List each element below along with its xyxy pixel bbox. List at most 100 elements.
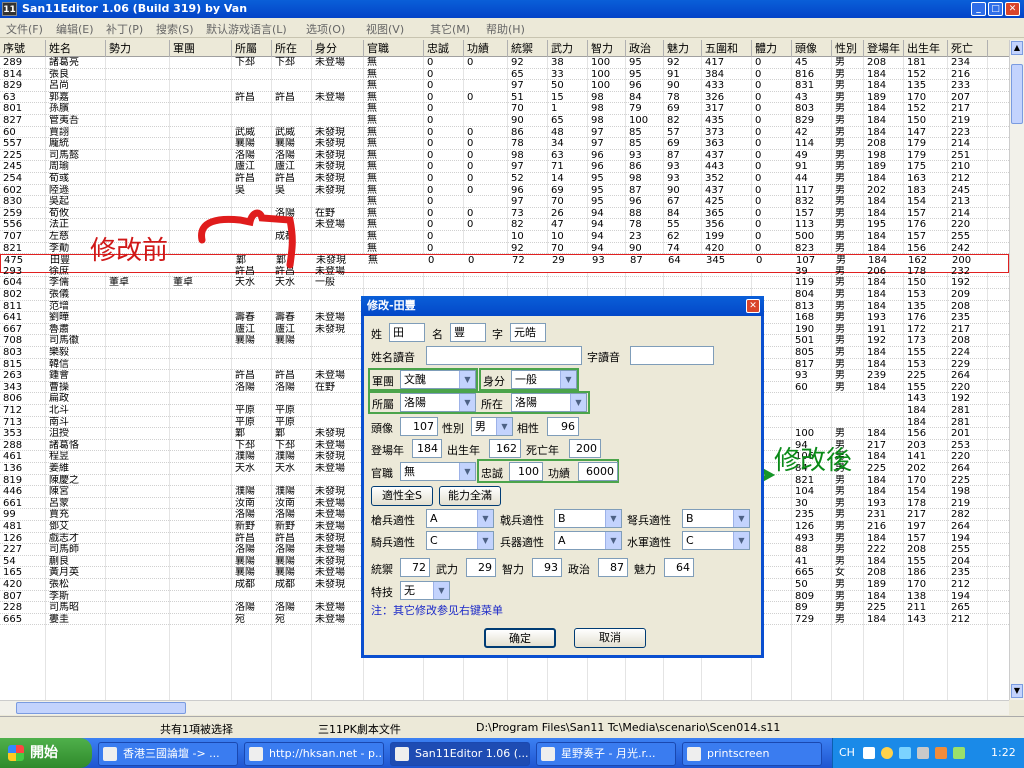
- tray-icon[interactable]: [881, 747, 893, 759]
- column-header[interactable]: 身分: [312, 40, 364, 57]
- security-icon[interactable]: [935, 747, 947, 759]
- chevron-down-icon[interactable]: ▼: [733, 510, 749, 527]
- column-header[interactable]: 性別: [832, 40, 864, 57]
- menu-item[interactable]: 帮助(H): [486, 21, 525, 37]
- column-header[interactable]: 忠誠: [424, 40, 464, 57]
- table-row[interactable]: 827 管夷吾 無 0 90 65 98 100 82 435 0 829 男 184 150 219: [0, 115, 1009, 127]
- table-row[interactable]: 289 諸葛亮 下邳 下邳 未登場 無 0 0 92 38 100 95 92 417 0 45 男 208 181…: [0, 57, 1009, 69]
- task-hksan[interactable]: http://hksan.net - p...: [244, 742, 384, 766]
- table-row[interactable]: 259 荀攸 洛陽 在野無 0 0 73 26 94 88 84 365 0 157 男 184 157 214: [0, 208, 1009, 220]
- chevron-down-icon[interactable]: ▼: [477, 510, 493, 527]
- chevron-down-icon[interactable]: ▼: [459, 394, 475, 411]
- column-header[interactable]: 智力: [588, 40, 626, 57]
- maximize-button[interactable]: □: [988, 2, 1003, 16]
- ok-button[interactable]: 确定: [484, 628, 556, 648]
- column-header[interactable]: 登場年: [864, 40, 904, 57]
- column-header[interactable]: 姓名: [46, 40, 106, 57]
- column-header[interactable]: 所屬: [232, 40, 272, 57]
- loyalty-field[interactable]: 100: [509, 462, 543, 481]
- table-row[interactable]: 293 徐庶 許昌 許昌 未登場 39 男 206 178 232: [0, 266, 1009, 278]
- skill-select[interactable]: 无 ▼: [400, 581, 450, 600]
- horizontal-scrollbar[interactable]: [0, 700, 1009, 715]
- table-row[interactable]: 604 李儒 董卓 董卓 天水 天水 一般 119 男 184 150 192: [0, 277, 1009, 289]
- chevron-down-icon[interactable]: ▼: [459, 371, 475, 388]
- chevron-down-icon[interactable]: ▼: [733, 532, 749, 549]
- bow-select[interactable]: B ▼: [682, 509, 750, 528]
- column-header[interactable]: 功績: [464, 40, 508, 57]
- table-row[interactable]: 602 陸遜 吳 吳 未發現 無 0 0 96 69 95 87 90 437 0 117 男 202 183 245: [0, 185, 1009, 197]
- menu-item[interactable]: 搜索(S): [156, 21, 194, 37]
- network-icon[interactable]: [899, 747, 911, 759]
- rank-select[interactable]: 無 ▼: [400, 462, 476, 481]
- column-header[interactable]: 出生年: [904, 40, 948, 57]
- gender-select[interactable]: 男 ▼: [471, 417, 513, 436]
- corps-select[interactable]: 文醜 ▼: [400, 370, 476, 389]
- column-header[interactable]: 所在: [272, 40, 312, 57]
- given-name-field[interactable]: 豐: [450, 323, 486, 342]
- column-header[interactable]: 武力: [548, 40, 588, 57]
- menu-item[interactable]: 其它(M): [430, 21, 470, 37]
- language-indicator[interactable]: CH: [839, 746, 855, 759]
- war-field[interactable]: 29: [466, 558, 496, 577]
- chevron-down-icon[interactable]: ▼: [560, 371, 576, 388]
- table-row[interactable]: 557 龐統 襄陽 襄陽 未發現 無 0 0 78 34 97 85 69 363 0 114 男 208 179 2…: [0, 138, 1009, 150]
- chevron-down-icon[interactable]: ▼: [477, 532, 493, 549]
- volume-icon[interactable]: [917, 747, 929, 759]
- menu-item[interactable]: 文件(F): [6, 21, 43, 37]
- table-row[interactable]: 830 吳起 無 0 97 70 95 96 67 425 0 832 男 184 154 213: [0, 196, 1009, 208]
- spear-select[interactable]: A ▼: [426, 509, 494, 528]
- hscroll-thumb[interactable]: [16, 702, 186, 714]
- chevron-down-icon[interactable]: ▼: [605, 510, 621, 527]
- dialog-close-icon[interactable]: ✕: [746, 299, 760, 313]
- column-header[interactable]: 官職: [364, 40, 424, 57]
- column-header[interactable]: 五圍和: [702, 40, 752, 57]
- table-row[interactable]: 814 張良 無 0 65 33 100 95 91 384 0 816 男 184 152 216: [0, 69, 1009, 81]
- navy-select[interactable]: C ▼: [682, 531, 750, 550]
- merit-field[interactable]: 6000: [578, 462, 618, 481]
- lead-field[interactable]: 72: [400, 558, 430, 577]
- column-header[interactable]: 魅力: [664, 40, 702, 57]
- task-music[interactable]: 星野奏子 - 月光.r...: [536, 742, 676, 766]
- app-tray-icon[interactable]: [953, 747, 965, 759]
- column-header[interactable]: 軍團: [170, 40, 232, 57]
- table-row[interactable]: 829 呂尚 無 0 97 50 100 96 90 433 0 831 男 184 135 233: [0, 80, 1009, 92]
- chevron-down-icon[interactable]: ▼: [605, 532, 621, 549]
- column-header[interactable]: 死亡: [948, 40, 988, 57]
- ime-icon[interactable]: [863, 747, 875, 759]
- column-header[interactable]: 序號: [0, 40, 46, 57]
- name-reading-field[interactable]: [426, 346, 582, 365]
- minimize-button[interactable]: _: [971, 2, 986, 16]
- table-row[interactable]: 63 郭嘉 許昌 許昌 未登場 無 0 0 51 15 98 84 78 326 0 43 男 189 170 207: [0, 92, 1009, 104]
- table-row[interactable]: 801 孫臏 無 0 70 1 98 79 69 317 0 803 男 184 152 217: [0, 103, 1009, 115]
- start-button[interactable]: 開始: [0, 738, 92, 768]
- column-header[interactable]: 體力: [752, 40, 792, 57]
- death-year-field[interactable]: 200: [569, 439, 601, 458]
- halberd-select[interactable]: B ▼: [554, 509, 622, 528]
- column-header[interactable]: 政治: [626, 40, 664, 57]
- table-row[interactable]: 245 周瑜 廬江 廬江 未發現 無 0 0 97 71 96 86 93 443 0 91 男 189 175 21…: [0, 161, 1009, 173]
- close-button[interactable]: ✕: [1005, 2, 1020, 16]
- chr-field[interactable]: 64: [664, 558, 694, 577]
- menu-item[interactable]: 默认游戏语言(L): [206, 21, 287, 37]
- birth-year-field[interactable]: 162: [489, 439, 521, 458]
- int-field[interactable]: 93: [532, 558, 562, 577]
- column-header[interactable]: 勢力: [106, 40, 170, 57]
- siege-select[interactable]: A ▼: [554, 531, 622, 550]
- menu-item[interactable]: 选项(O): [306, 21, 345, 37]
- cavalry-select[interactable]: C ▼: [426, 531, 494, 550]
- portrait-field[interactable]: 107: [400, 417, 438, 436]
- task-editor[interactable]: San11Editor 1.06 (...: [390, 742, 530, 766]
- ability-max-button[interactable]: 能力全滿: [439, 486, 501, 506]
- table-row[interactable]: 60 賈詡 武威 武威 未發現 無 0 0 86 48 97 85 57 373 0 42 男 184 147 223: [0, 127, 1009, 139]
- pol-field[interactable]: 87: [598, 558, 628, 577]
- task-printscreen[interactable]: printscreen: [682, 742, 822, 766]
- surname-field[interactable]: 田: [389, 323, 425, 342]
- cancel-button[interactable]: 取消: [574, 628, 646, 648]
- table-row[interactable]: 225 司馬懿 洛陽 洛陽 未發現 無 0 0 98 63 96 93 87 437 0 49 男 198 179 2…: [0, 150, 1009, 162]
- style-name-field[interactable]: 元皓: [510, 323, 546, 342]
- chevron-down-icon[interactable]: ▼: [433, 582, 449, 599]
- chevron-down-icon[interactable]: ▼: [570, 394, 586, 411]
- status-select[interactable]: 一般 ▼: [511, 370, 577, 389]
- column-header[interactable]: 頭像: [792, 40, 832, 57]
- compat-field[interactable]: 96: [547, 417, 579, 436]
